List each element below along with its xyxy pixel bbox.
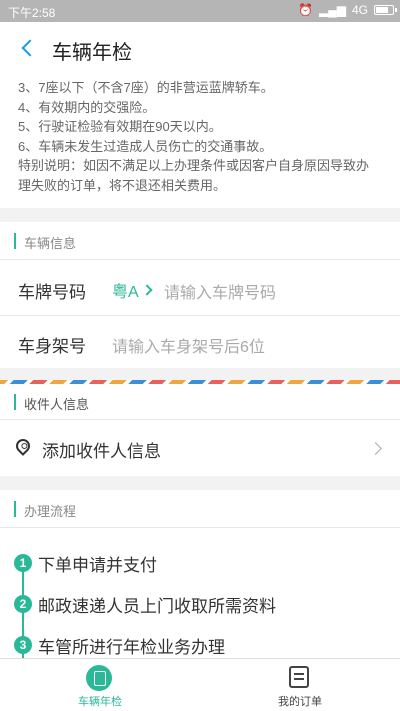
note-line: 理失败的订单，将不退还相关费用。 <box>18 177 227 193</box>
tab-my-orders[interactable]: 我的订单 <box>200 659 400 711</box>
step-text: 下单申请并支付 <box>38 556 157 575</box>
network-type: 4G <box>351 3 368 17</box>
tab-vehicle-inspection[interactable]: 车辆年检 <box>0 659 200 711</box>
add-recipient-row[interactable]: 添加收件人信息 <box>0 420 400 476</box>
signal-icon: ▂▄▆ <box>319 3 346 17</box>
inspection-icon <box>86 665 112 691</box>
process-step: 1 下单申请并支付 <box>0 548 400 578</box>
vin-label: 车身架号 <box>18 337 86 356</box>
step-number: 3 <box>14 636 32 654</box>
process-step: 2 邮政速递人员上门收取所需资料 <box>0 589 400 619</box>
section-vehicle-info: 车辆信息 <box>0 222 400 260</box>
section-title: 收件人信息 <box>24 397 90 412</box>
app-header: 车辆年检 <box>0 22 400 74</box>
plate-prefix-text: 粤A <box>112 284 139 301</box>
battery-icon <box>374 5 397 15</box>
process-step: 3 车管所进行年检业务办理 <box>0 630 400 660</box>
step-text: 车管所进行年检业务办理 <box>38 638 225 657</box>
tab-label: 我的订单 <box>278 696 322 708</box>
back-button[interactable] <box>14 35 40 61</box>
plate-label: 车牌号码 <box>18 283 86 302</box>
page-title: 车辆年检 <box>52 42 132 64</box>
tab-label: 车辆年检 <box>78 696 122 708</box>
note-line: 3、7座以下（不含7座）的非营运蓝牌轿车。 <box>18 80 274 95</box>
section-accent-bar <box>14 501 16 517</box>
orders-icon <box>289 666 309 688</box>
process-steps: 1 下单申请并支付 2 邮政速递人员上门收取所需资料 3 车管所进行年检业务办理 <box>0 528 400 664</box>
conditions-notes: 3、7座以下（不含7座）的非营运蓝牌轿车。 4、有效期内的交强险。 5、行驶证检… <box>0 74 400 208</box>
section-accent-bar <box>14 233 16 249</box>
plate-prefix-selector[interactable]: 粤A <box>112 278 153 302</box>
plate-row: 车牌号码 粤A 请输入车牌号码 <box>0 260 400 316</box>
vin-input[interactable]: 请输入车身架号后6位 <box>112 333 265 357</box>
step-number: 1 <box>14 554 32 572</box>
plate-input[interactable]: 请输入车牌号码 <box>164 279 276 303</box>
note-line: 特别说明：如因不满足以上办理条件或因客户自身原因导致办 <box>18 158 370 173</box>
status-bar: 下午2:58 ⏰ ▂▄▆ 4G <box>0 0 400 22</box>
note-line: 5、行驶证检验有效期在90天以内。 <box>18 119 222 134</box>
section-process: 办理流程 <box>0 490 400 528</box>
section-title: 办理流程 <box>24 504 77 519</box>
status-time: 下午2:58 <box>8 6 56 20</box>
back-arrow-icon <box>21 39 39 57</box>
chevron-right-icon <box>141 284 153 296</box>
bottom-tab-bar: 车辆年检 我的订单 <box>0 658 400 711</box>
section-recipient-info: 收件人信息 <box>0 384 400 420</box>
location-pin-icon <box>13 436 33 456</box>
vin-row: 车身架号 请输入车身架号后6位 <box>0 316 400 368</box>
chevron-right-icon <box>369 442 382 455</box>
note-line: 6、车辆未发生过造成人员伤亡的交通事故。 <box>18 138 273 154</box>
note-line: 4、有效期内的交强险。 <box>18 99 156 115</box>
section-title: 车辆信息 <box>24 236 77 251</box>
add-recipient-label: 添加收件人信息 <box>42 442 161 461</box>
section-accent-bar <box>14 394 16 410</box>
alarm-icon: ⏰ <box>298 3 314 17</box>
step-number: 2 <box>14 595 32 613</box>
step-text: 邮政速递人员上门收取所需资料 <box>38 597 276 616</box>
